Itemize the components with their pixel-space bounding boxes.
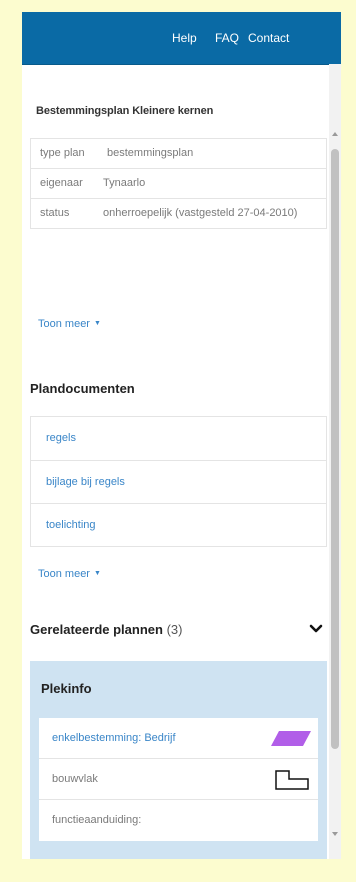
scroll-down-arrow-icon[interactable]	[332, 832, 338, 836]
toon-meer-label: Toon meer	[38, 318, 90, 330]
gerelateerde-plannen-heading[interactable]: Gerelateerde plannen (3)	[30, 622, 182, 637]
property-key: eigenaar	[40, 177, 83, 189]
property-row: type plan bestemmingsplan	[31, 139, 326, 168]
plekinfo-item[interactable]: enkelbestemming: Bedrijf	[39, 718, 318, 759]
scroll-up-arrow-icon[interactable]	[332, 132, 338, 136]
documenten-toon-meer-link[interactable]: Toon meer ▼	[38, 568, 101, 580]
plandocumenten-heading: Plandocumenten	[30, 381, 135, 396]
plan-title: Bestemmingsplan Kleinere kernen	[36, 105, 214, 117]
side-panel: Bestemmingsplan Kleinere kernen type pla…	[22, 64, 329, 859]
app-frame: Help FAQ Contact Bestemmingsplan Kleiner…	[22, 12, 341, 859]
property-row: status onherroepelijk (vastgesteld 27-04…	[31, 198, 326, 228]
plekinfo-item-label[interactable]: enkelbestemming: Bedrijf	[52, 732, 176, 744]
caret-down-icon: ▼	[93, 570, 101, 577]
property-value: bestemmingsplan	[107, 147, 194, 159]
vertical-scrollbar[interactable]	[329, 64, 341, 859]
caret-down-icon: ▼	[93, 320, 101, 327]
plekinfo-item[interactable]: bouwvlak	[39, 759, 318, 800]
help-link[interactable]: Help	[172, 31, 197, 45]
plandocumenten-list: regels bijlage bij regels toelichting	[30, 416, 327, 547]
document-link-bijlage[interactable]: bijlage bij regels	[31, 460, 326, 503]
contact-link[interactable]: Contact	[248, 31, 289, 45]
plekinfo-item[interactable]: functieaanduiding:	[39, 800, 318, 841]
property-key: status	[40, 207, 70, 219]
scrollbar-thumb[interactable]	[331, 149, 339, 749]
document-link-toelichting[interactable]: toelichting	[31, 503, 326, 546]
top-navigation-bar: Help FAQ Contact	[22, 12, 341, 64]
property-row: eigenaar Tynaarlo	[31, 168, 326, 198]
property-value: onherroepelijk (vastgesteld 27-04-2010)	[103, 207, 298, 219]
document-link-regels[interactable]: regels	[31, 417, 326, 460]
gerelateerde-plannen-label: Gerelateerde plannen	[30, 622, 163, 637]
plekinfo-panel: Plekinfo enkelbestemming: Bedrijf bouwvl…	[30, 661, 327, 859]
parallelogram-legend-icon	[271, 731, 311, 746]
property-value: Tynaarlo	[103, 177, 146, 189]
bouwvlak-outline-icon	[275, 770, 309, 790]
plan-toon-meer-link[interactable]: Toon meer ▼	[38, 318, 101, 330]
plan-properties-table: type plan bestemmingsplan eigenaar Tynaa…	[30, 138, 327, 229]
toon-meer-label: Toon meer	[38, 568, 90, 580]
plekinfo-item-label: functieaanduiding:	[52, 814, 142, 826]
faq-link[interactable]: FAQ	[215, 31, 239, 45]
chevron-down-icon[interactable]	[309, 622, 323, 636]
plekinfo-item-label: bouwvlak	[52, 773, 98, 785]
gerelateerde-plannen-count: (3)	[166, 622, 183, 637]
property-key: type plan	[40, 147, 85, 159]
plekinfo-heading: Plekinfo	[41, 681, 92, 696]
plekinfo-list: enkelbestemming: Bedrijf bouwvlak functi…	[39, 718, 318, 841]
